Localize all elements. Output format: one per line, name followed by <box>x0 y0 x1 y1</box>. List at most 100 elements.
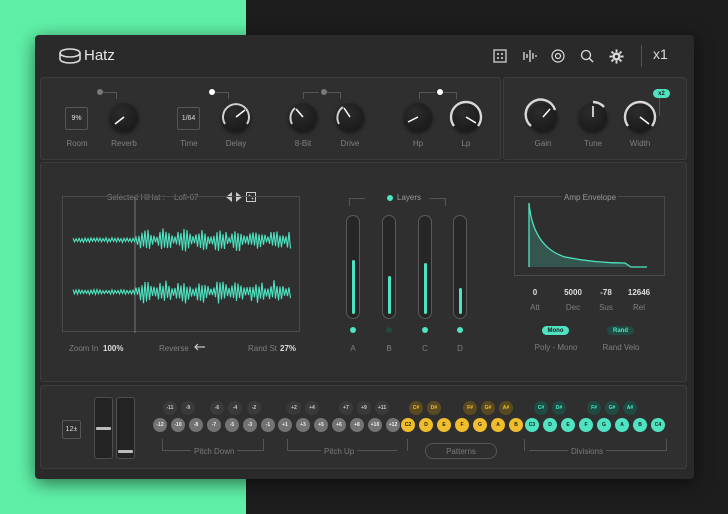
layer-d-slider[interactable] <box>453 215 467 319</box>
pitch-up-key[interactable]: +4 <box>305 401 319 415</box>
layers-bracket-left <box>349 198 365 206</box>
gear-icon[interactable] <box>607 47 625 65</box>
pitch-down-key[interactable]: -7 <box>207 418 221 432</box>
hp-knob[interactable] <box>401 100 435 134</box>
pitch-down-key[interactable]: -3 <box>243 418 257 432</box>
rand-st-value[interactable]: 27% <box>280 344 300 353</box>
zoom-value[interactable]: 100% <box>103 344 127 353</box>
sus-value[interactable]: -78 <box>594 288 618 297</box>
logo-icon <box>59 48 81 64</box>
layer-c-slider[interactable] <box>418 215 432 319</box>
division-key[interactable]: C4 <box>651 418 665 432</box>
dec-value[interactable]: 5000 <box>559 288 587 297</box>
grid-icon[interactable] <box>491 47 509 65</box>
layer-a-toggle[interactable] <box>350 327 356 333</box>
gain-knob[interactable] <box>524 98 562 136</box>
time-value-box[interactable]: 1/64 <box>177 107 200 130</box>
width-bracket <box>659 98 660 116</box>
waveform-display[interactable] <box>62 196 300 333</box>
division-key[interactable]: B <box>633 418 647 432</box>
fader-2[interactable] <box>116 397 135 459</box>
zoom-mode[interactable]: x1 <box>653 46 668 62</box>
division-key[interactable]: G <box>597 418 611 432</box>
pitch-up-key[interactable]: +7 <box>339 401 353 415</box>
division-key[interactable]: C3 <box>525 418 539 432</box>
reverb-label: Reverb <box>111 139 137 148</box>
layer-d-toggle[interactable] <box>457 327 463 333</box>
pitch-down-key[interactable]: -9 <box>181 401 195 415</box>
tune-knob[interactable] <box>574 98 612 136</box>
pitch-up-key[interactable]: +10 <box>368 418 382 432</box>
pitch-up-key[interactable]: +2 <box>287 401 301 415</box>
pitch-down-key[interactable]: -2 <box>247 401 261 415</box>
division-key[interactable]: D# <box>552 401 566 415</box>
layer-a-slider[interactable] <box>346 215 360 319</box>
layer-b-slider[interactable] <box>382 215 396 319</box>
pattern-key[interactable]: D# <box>427 401 441 415</box>
pitch-down-key[interactable]: -5 <box>225 418 239 432</box>
patterns-button[interactable]: Patterns <box>425 443 497 459</box>
division-key[interactable]: F <box>579 418 593 432</box>
search-icon[interactable] <box>578 47 596 65</box>
lp-knob[interactable] <box>447 98 485 136</box>
pitch-up-key[interactable]: +3 <box>296 418 310 432</box>
width-knob[interactable] <box>621 98 659 136</box>
pitch-up-key[interactable]: +5 <box>314 418 328 432</box>
division-key[interactable]: A <box>615 418 629 432</box>
pitch-down-key[interactable]: -11 <box>163 401 177 415</box>
pattern-key[interactable]: C2 <box>401 418 415 432</box>
division-key[interactable]: A# <box>623 401 637 415</box>
envelope-display[interactable] <box>514 196 665 276</box>
rand-velo-toggle[interactable]: Rand <box>607 326 634 335</box>
pitch-up-key[interactable]: +8 <box>350 418 364 432</box>
pattern-key[interactable]: F <box>455 418 469 432</box>
layer-b-toggle[interactable] <box>386 327 392 333</box>
fader-1[interactable] <box>94 397 113 459</box>
reverse-arrow-icon[interactable] <box>194 343 206 351</box>
pattern-key[interactable]: E <box>437 418 451 432</box>
target-icon[interactable] <box>549 47 567 65</box>
pattern-key[interactable]: G# <box>481 401 495 415</box>
bit-knob[interactable] <box>286 100 320 134</box>
header: Hatz x1 <box>35 35 694 77</box>
drive-knob[interactable] <box>333 100 367 134</box>
reverb-knob[interactable] <box>107 100 141 134</box>
att-value[interactable]: 0 <box>523 288 547 297</box>
bit-bracket <box>303 92 319 99</box>
pitch-down-key[interactable]: -1 <box>261 418 275 432</box>
room-value-box[interactable]: 9% <box>65 107 88 130</box>
pitch-up-key[interactable]: +11 <box>375 401 389 415</box>
rel-value[interactable]: 12646 <box>623 288 655 297</box>
pitch-down-key[interactable]: -6 <box>210 401 224 415</box>
pitch-up-key[interactable]: +12 <box>386 418 400 432</box>
delay-knob[interactable] <box>219 100 253 134</box>
pitch-down-key[interactable]: -12 <box>153 418 167 432</box>
pattern-key[interactable]: A <box>491 418 505 432</box>
pattern-key[interactable]: A# <box>499 401 513 415</box>
sus-label: Sus <box>599 303 613 312</box>
layer-c-toggle[interactable] <box>422 327 428 333</box>
pitch-down-key[interactable]: -4 <box>228 401 242 415</box>
mono-toggle[interactable]: Mono <box>542 326 569 335</box>
pattern-key[interactable]: G <box>473 418 487 432</box>
pattern-key[interactable]: B <box>509 418 523 432</box>
hp-label: Hp <box>412 139 424 148</box>
pattern-key[interactable]: D <box>419 418 433 432</box>
pitch-up-key[interactable]: +9 <box>357 401 371 415</box>
pattern-key[interactable]: F# <box>463 401 477 415</box>
range-box[interactable]: 12± <box>62 420 81 439</box>
pitch-down-key[interactable]: -10 <box>171 418 185 432</box>
reverb-bracket <box>103 92 117 99</box>
division-key[interactable]: G# <box>605 401 619 415</box>
pitch-down-key[interactable]: -8 <box>189 418 203 432</box>
pattern-key[interactable]: C# <box>409 401 423 415</box>
waveform-icon[interactable] <box>521 47 539 65</box>
division-key[interactable]: E <box>561 418 575 432</box>
pitch-up-key[interactable]: +1 <box>278 418 292 432</box>
division-key[interactable]: F# <box>587 401 601 415</box>
division-key[interactable]: C# <box>534 401 548 415</box>
pitch-up-key[interactable]: +6 <box>332 418 346 432</box>
division-key[interactable]: D <box>543 418 557 432</box>
width-badge[interactable]: x2 <box>653 89 670 98</box>
delay-label: Delay <box>225 139 247 148</box>
